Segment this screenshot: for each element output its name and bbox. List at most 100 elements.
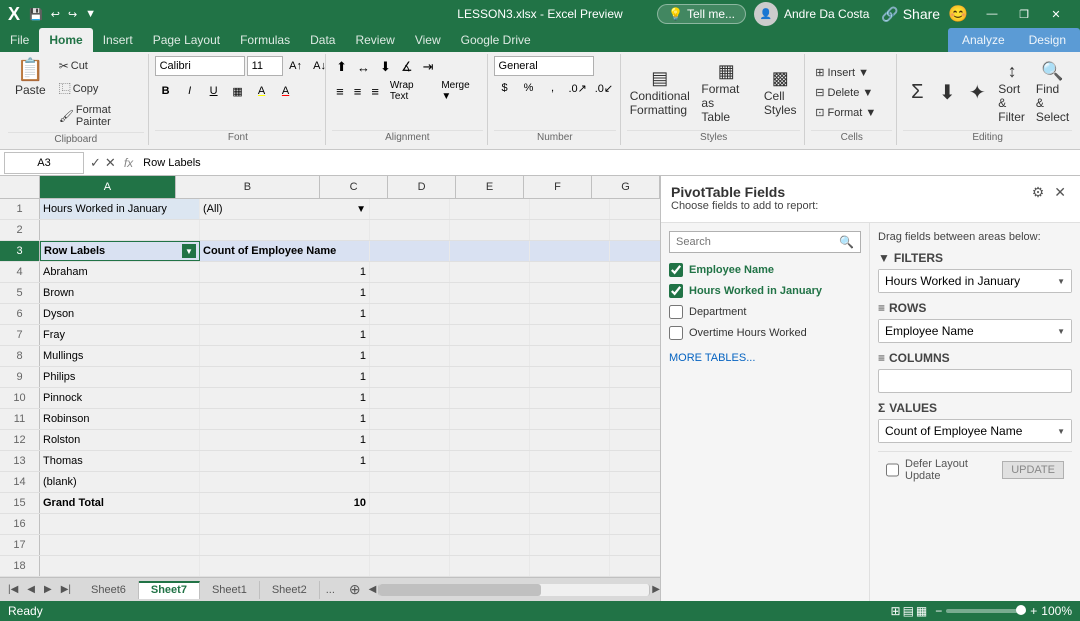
tab-sheet6[interactable]: Sheet6 — [79, 581, 139, 599]
zoom-slider[interactable] — [946, 609, 1026, 613]
cell-c12[interactable] — [370, 430, 450, 450]
cell-b9[interactable]: 1 — [200, 367, 370, 387]
cell-a11[interactable]: Robinson — [40, 409, 200, 429]
cell-c11[interactable] — [370, 409, 450, 429]
tab-insert[interactable]: Insert — [93, 28, 143, 52]
close-btn[interactable]: ✕ — [1040, 4, 1072, 24]
wrap-text-btn[interactable]: Wrap Text — [385, 81, 434, 101]
text-angle-btn[interactable]: ∡ — [397, 56, 417, 78]
horizontal-scrollbar[interactable] — [378, 584, 650, 596]
fill-color-btn[interactable]: A — [251, 81, 273, 101]
number-format-input[interactable] — [494, 56, 594, 76]
cell-e12[interactable] — [530, 430, 610, 450]
more-tables-link[interactable]: MORE TABLES... — [669, 352, 755, 364]
cell-e6[interactable] — [530, 304, 610, 324]
tab-design[interactable]: Design — [1017, 28, 1078, 52]
cell-b13[interactable]: 1 — [200, 451, 370, 471]
add-sheet-btn[interactable]: ⊕ — [341, 578, 369, 601]
cell-d15[interactable] — [450, 493, 530, 513]
cell-f12[interactable] — [610, 430, 660, 450]
comma-btn[interactable]: , — [542, 78, 564, 98]
cell-d8[interactable] — [450, 346, 530, 366]
cell-d10[interactable] — [450, 388, 530, 408]
row-item-dropdown[interactable]: ▼ — [1057, 327, 1065, 336]
align-left-btn[interactable]: ≡ — [332, 80, 348, 102]
filter-dropdown-b1[interactable]: ▼ — [356, 204, 366, 215]
cell-e10[interactable] — [530, 388, 610, 408]
cell-c16[interactable] — [370, 514, 450, 534]
tab-google-drive[interactable]: Google Drive — [451, 28, 541, 52]
next-sheet-btn[interactable]: ▶ — [40, 582, 56, 597]
cell-styles-btn[interactable]: ▩ CellStyles — [760, 64, 800, 121]
format-as-table-btn[interactable]: ▦ Format asTable — [696, 57, 756, 128]
align-middle-btn[interactable]: ↔ — [353, 56, 374, 78]
cell-d11[interactable] — [450, 409, 530, 429]
tab-analyze[interactable]: Analyze — [950, 28, 1017, 52]
defer-checkbox[interactable] — [886, 463, 899, 477]
copy-btn[interactable]: ⿺ Copy — [55, 77, 144, 100]
cell-c15[interactable] — [370, 493, 450, 513]
cell-a3[interactable]: Row Labels ▼ — [40, 241, 200, 261]
cell-b8[interactable]: 1 — [200, 346, 370, 366]
percent-btn[interactable]: % — [518, 78, 540, 98]
cell-f5[interactable] — [610, 283, 660, 303]
cell-e18[interactable] — [530, 556, 610, 576]
normal-view-btn[interactable]: ⊞ — [891, 604, 901, 618]
cell-d18[interactable] — [450, 556, 530, 576]
fill-btn[interactable]: ⬇ — [933, 76, 961, 109]
cell-a17[interactable] — [40, 535, 200, 555]
col-header-a[interactable]: A — [40, 176, 176, 198]
cell-c4[interactable] — [370, 262, 450, 282]
font-family-input[interactable] — [155, 56, 245, 76]
col-header-c[interactable]: C — [320, 176, 388, 198]
align-top-btn[interactable]: ⬆ — [332, 56, 351, 78]
cell-c18[interactable] — [370, 556, 450, 576]
bold-btn[interactable]: B — [155, 81, 177, 101]
cell-c6[interactable] — [370, 304, 450, 324]
col-header-e[interactable]: E — [456, 176, 524, 198]
filter-btn-a3[interactable]: ▼ — [182, 244, 196, 258]
cell-d9[interactable] — [450, 367, 530, 387]
cell-e2[interactable] — [530, 220, 610, 240]
maximize-btn[interactable]: ❐ — [1008, 4, 1040, 24]
cell-d12[interactable] — [450, 430, 530, 450]
cell-b16[interactable] — [200, 514, 370, 534]
cell-d3[interactable] — [450, 241, 530, 261]
cell-f18[interactable] — [610, 556, 660, 576]
tab-view[interactable]: View — [405, 28, 451, 52]
increase-decimal-btn[interactable]: .0↗ — [566, 78, 590, 98]
cell-a9[interactable]: Philips — [40, 367, 200, 387]
decrease-decimal-btn[interactable]: .0↙ — [592, 78, 616, 98]
tab-file[interactable]: File — [0, 28, 39, 52]
tab-more-btn[interactable]: ... — [320, 581, 341, 599]
cell-e13[interactable] — [530, 451, 610, 471]
cell-c7[interactable] — [370, 325, 450, 345]
col-header-b[interactable]: B — [176, 176, 320, 198]
tab-home[interactable]: Home — [39, 28, 92, 52]
cell-a8[interactable]: Mullings — [40, 346, 200, 366]
cell-c17[interactable] — [370, 535, 450, 555]
filters-drop-zone[interactable]: Hours Worked in January ▼ — [878, 269, 1072, 293]
cell-c5[interactable] — [370, 283, 450, 303]
cell-e1[interactable] — [530, 199, 610, 219]
cell-b6[interactable]: 1 — [200, 304, 370, 324]
align-bottom-btn[interactable]: ⬇ — [376, 56, 395, 78]
last-sheet-btn[interactable]: ▶| — [57, 582, 75, 597]
font-size-input[interactable] — [247, 56, 283, 76]
cell-f8[interactable] — [610, 346, 660, 366]
cell-f9[interactable] — [610, 367, 660, 387]
page-break-btn[interactable]: ▦ — [916, 604, 927, 618]
cell-f1[interactable] — [610, 199, 660, 219]
cell-c13[interactable] — [370, 451, 450, 471]
border-btn[interactable]: ▦ — [227, 81, 249, 101]
cell-a16[interactable] — [40, 514, 200, 534]
cell-d17[interactable] — [450, 535, 530, 555]
formula-cancel-icon[interactable]: ✕ — [103, 153, 118, 173]
cell-f14[interactable] — [610, 472, 660, 492]
align-center-btn[interactable]: ≡ — [350, 80, 366, 102]
accounting-btn[interactable]: $ — [494, 78, 516, 98]
cell-d2[interactable] — [450, 220, 530, 240]
cell-c8[interactable] — [370, 346, 450, 366]
cell-b18[interactable] — [200, 556, 370, 576]
cell-a1[interactable]: Hours Worked in January — [40, 199, 200, 219]
